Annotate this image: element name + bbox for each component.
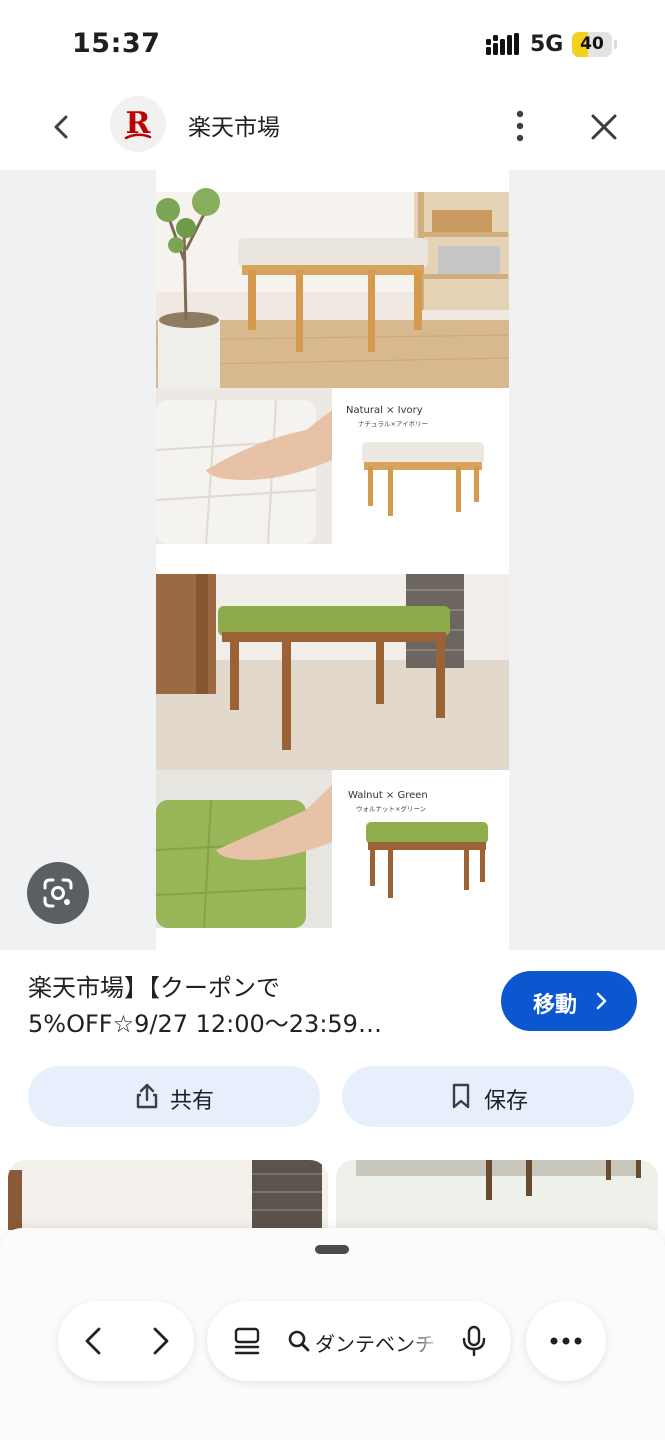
share-button[interactable]: 共有 xyxy=(28,1066,320,1127)
lens-button[interactable] xyxy=(27,862,89,924)
more-dots-icon xyxy=(550,1337,582,1345)
visit-button[interactable]: 移動 xyxy=(501,971,637,1031)
result-title-line1: 楽天市場】【クーポンで xyxy=(28,974,280,1002)
site-logo[interactable]: R xyxy=(110,96,166,152)
chevron-right-icon xyxy=(596,992,607,1010)
label-natural-en: Natural × Ivory xyxy=(346,405,423,416)
save-button[interactable]: 保存 xyxy=(342,1066,634,1127)
bookmark-icon xyxy=(452,1083,470,1109)
save-label: 保存 xyxy=(484,1089,529,1114)
sheet-handle[interactable] xyxy=(315,1245,349,1254)
more-vert-icon[interactable] xyxy=(500,106,540,146)
related-image-2[interactable] xyxy=(336,1160,658,1230)
signal-icon xyxy=(486,33,519,55)
network-type: 5G xyxy=(530,32,564,57)
label-natural-ja: ナチュラル×アイボリー xyxy=(358,420,428,428)
status-time: 15:37 xyxy=(72,28,161,59)
result-title-line2: 5%OFF☆9/27 12:00〜23:59… xyxy=(28,1010,382,1038)
result-title[interactable]: 楽天市場】【クーポンで 5%OFF☆9/27 12:00〜23:59… xyxy=(28,970,488,1042)
status-bar: 15:37 5G 40 xyxy=(0,0,665,88)
site-name[interactable]: 楽天市場 xyxy=(188,108,280,142)
logo-letter: R xyxy=(125,106,151,141)
back-icon[interactable] xyxy=(40,105,84,149)
label-walnut-ja: ウォルナット×グリーン xyxy=(356,804,426,813)
tabs-icon[interactable] xyxy=(233,1326,261,1356)
search-icon xyxy=(288,1330,310,1352)
mic-icon[interactable] xyxy=(461,1325,487,1357)
forward-icon[interactable] xyxy=(142,1323,178,1359)
address-bar[interactable]: ダンテベンチ xyxy=(207,1301,511,1381)
close-icon[interactable] xyxy=(582,105,626,149)
google-lens-icon xyxy=(43,878,73,908)
share-icon xyxy=(136,1083,158,1109)
visit-label: 移動 xyxy=(533,993,578,1018)
product-image[interactable]: Natural × Ivory ナチュラル×アイボリー Walnut × Gre… xyxy=(156,170,509,950)
nav-buttons xyxy=(58,1301,194,1381)
battery-level: 40 xyxy=(580,34,604,54)
related-image-2-picture xyxy=(336,1160,658,1230)
top-bar: R 楽天市場 xyxy=(0,88,665,168)
browser-bottom-bar: ダンテベンチ xyxy=(0,1228,665,1440)
battery-icon: 40 xyxy=(572,32,618,57)
image-viewer[interactable]: Natural × Ivory ナチュラル×アイボリー Walnut × Gre… xyxy=(0,170,665,950)
logo-swoosh-icon xyxy=(124,133,152,140)
back-icon[interactable] xyxy=(76,1323,112,1359)
share-label: 共有 xyxy=(170,1089,215,1114)
related-image-1-picture xyxy=(8,1160,328,1230)
label-walnut-en: Walnut × Green xyxy=(348,790,428,801)
related-image-1[interactable] xyxy=(8,1160,328,1230)
menu-button[interactable] xyxy=(526,1301,606,1381)
